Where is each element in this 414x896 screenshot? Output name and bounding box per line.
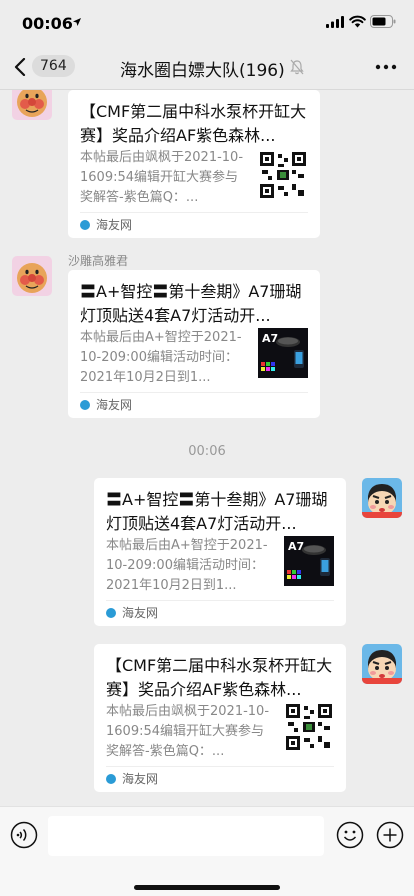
card-source: 海友网	[80, 395, 132, 415]
card-title: 【CMF第二届中科水泵杯开缸大赛】奖品介绍AF紫色森林...	[106, 656, 333, 699]
voice-icon[interactable]	[10, 821, 38, 849]
card-title: 〓A+智控〓第十叁期》A7珊瑚灯顶贴送4套A7灯活动开...	[80, 282, 302, 325]
message-input-bar	[0, 806, 414, 896]
card-description: 本帖最后由A+智控于2021-10-209:00编辑活动时间：2021年10月2…	[106, 538, 268, 593]
status-time: 00:06	[22, 14, 73, 33]
qr-code-thumbnail	[258, 150, 308, 200]
chat-header: 764 海水圈白嫖大队(196)	[0, 44, 414, 90]
signal-icon	[326, 16, 344, 28]
battery-icon	[370, 15, 396, 28]
link-card[interactable]: 〓A+智控〓第十叁期》A7珊瑚灯顶贴送4套A7灯活动开... 本帖最后由A+智控…	[68, 270, 320, 418]
back-button[interactable]: 764	[10, 52, 75, 80]
message-timestamp: 00:06	[188, 444, 226, 459]
emoji-icon[interactable]	[336, 821, 364, 849]
svg-text:A7: A7	[262, 332, 278, 345]
more-icon[interactable]	[374, 57, 398, 77]
message-text-input[interactable]	[48, 816, 324, 856]
sender-name: 沙雕高雅君	[68, 254, 129, 268]
mute-bell-icon	[290, 59, 304, 75]
back-chevron-icon	[14, 58, 26, 76]
card-source: 海友网	[106, 603, 158, 623]
card-source: 海友网	[106, 769, 158, 789]
wifi-icon	[349, 15, 366, 28]
avatar-crayon-shinchan[interactable]	[362, 478, 402, 518]
avatar-anpanman[interactable]	[12, 256, 52, 296]
source-logo-icon	[80, 219, 90, 230]
card-description: 本帖最后由飒枫于2021-10-1609:54编辑开缸大赛参与奖解答-紫色篇Q：…	[106, 704, 270, 759]
home-indicator	[134, 885, 280, 890]
product-thumbnail: A7	[258, 328, 308, 378]
card-divider	[80, 392, 308, 393]
card-divider	[80, 212, 308, 213]
link-card[interactable]: 〓A+智控〓第十叁期》A7珊瑚灯顶贴送4套A7灯活动开... 本帖最后由A+智控…	[94, 478, 346, 626]
status-bar: 00:06	[0, 0, 414, 44]
card-description: 本帖最后由A+智控于2021-10-209:00编辑活动时间：2021年10月2…	[80, 330, 242, 385]
plus-icon[interactable]	[376, 821, 404, 849]
chat-title: 海水圈白嫖大队(196)	[120, 61, 285, 81]
avatar-crayon-shinchan[interactable]	[362, 644, 402, 684]
message-list[interactable]: 【CMF第二届中科水泵杯开缸大赛】奖品介绍AF紫色森林... 本帖最后由飒枫于2…	[0, 90, 414, 806]
svg-text:A7: A7	[288, 540, 304, 553]
product-thumbnail: A7	[284, 536, 334, 586]
source-logo-icon	[80, 399, 90, 410]
card-title: 〓A+智控〓第十叁期》A7珊瑚灯顶贴送4套A7灯活动开...	[106, 490, 328, 533]
card-divider	[106, 600, 334, 601]
unread-count-badge: 764	[32, 55, 75, 77]
link-card[interactable]: 【CMF第二届中科水泵杯开缸大赛】奖品介绍AF紫色森林... 本帖最后由飒枫于2…	[94, 644, 346, 792]
source-logo-icon	[106, 773, 116, 784]
source-logo-icon	[106, 607, 116, 618]
location-arrow-icon	[73, 18, 81, 26]
card-description: 本帖最后由飒枫于2021-10-1609:54编辑开缸大赛参与奖解答-紫色篇Q：…	[80, 150, 244, 205]
card-source: 海友网	[80, 215, 132, 235]
card-divider	[106, 766, 334, 767]
card-title: 【CMF第二届中科水泵杯开缸大赛】奖品介绍AF紫色森林...	[80, 102, 307, 145]
avatar-anpanman[interactable]	[12, 90, 52, 120]
qr-code-thumbnail	[284, 702, 334, 752]
link-card[interactable]: 【CMF第二届中科水泵杯开缸大赛】奖品介绍AF紫色森林... 本帖最后由飒枫于2…	[68, 90, 320, 238]
